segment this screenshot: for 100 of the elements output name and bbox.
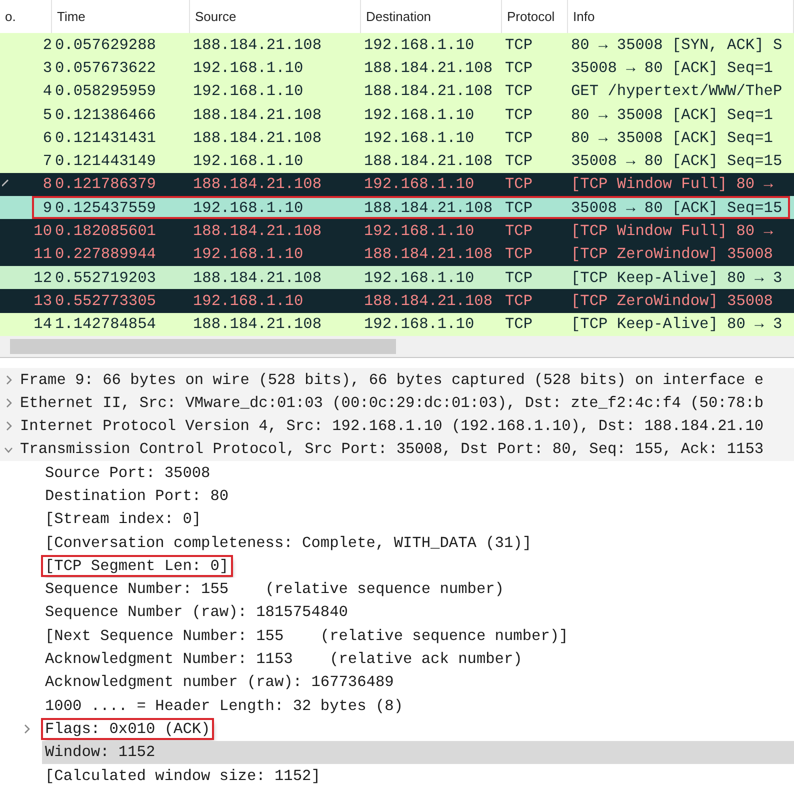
table-cell-text: 4 [42, 82, 52, 100]
packet-row[interactable]: 14 1.142784854 188.184.21.108 192.168.1.10 TCP [TCP Keep-Alive] 80 → 3 [0, 312, 794, 336]
table-cell-text: 192.168.1.10 [192, 198, 304, 217]
table-cell-text: TCP [504, 128, 534, 147]
table-cell-text: 9 [42, 198, 52, 217]
table-cell-text: [TCP Window Full] 80 → [570, 222, 774, 240]
table-cell-text: 0.182085601 [54, 222, 157, 240]
table-cell-text: 0.121786379 [54, 175, 157, 194]
table-cell-text: TCP [504, 268, 534, 287]
table-cell-text: 188.184.21.108 [192, 106, 323, 124]
table-cell-text: 188.184.21.108 [363, 292, 494, 310]
scrollbar-thumb[interactable] [10, 338, 396, 354]
table-cell-text: TCP [504, 222, 534, 240]
table-cell-text: 192.168.1.10 [192, 292, 304, 310]
table-cell-text: 188.184.21.108 [363, 58, 494, 77]
tree-item[interactable]: Source Port: 35008 [43, 464, 212, 482]
table-cell-text: 8 [42, 175, 52, 194]
table-cell-text: 188.184.21.108 [363, 152, 494, 170]
table-cell-text: 188.184.21.108 [363, 198, 494, 217]
tree-item[interactable]: [TCP Segment Len: 0] [43, 556, 231, 575]
packet-row[interactable]: 8 0.121786379 188.184.21.108 192.168.1.10 TCP [TCP Window Full] 80 → [0, 172, 794, 196]
table-cell-text: 14 [32, 315, 52, 334]
table-cell-text: 192.168.1.10 [192, 58, 304, 77]
horizontal-scrollbar[interactable] [0, 336, 794, 358]
table-cell-text: 10 [32, 222, 52, 240]
tree-item[interactable]: Sequence Number: 155 (relative sequence number) [43, 580, 506, 598]
tree-item[interactable]: 1000 .... = Header Length: 32 bytes (8) [43, 696, 406, 715]
table-cell-text: 11 [32, 245, 52, 264]
table-cell-text: 188.184.21.108 [192, 222, 323, 240]
table-cell-text: 192.168.1.10 [192, 152, 304, 170]
table-cell-text: 188.184.21.108 [192, 128, 323, 147]
table-cell-text: 192.168.1.10 [363, 128, 476, 147]
table-cell-text: 0.552719203 [54, 268, 157, 287]
table-cell-text: 192.168.1.10 [363, 175, 476, 194]
table-cell-text: 80 → 35008 [SYN, ACK] S [570, 36, 784, 54]
table-cell-text: 188.184.21.108 [192, 175, 323, 194]
table-cell-text: 6 [42, 128, 52, 147]
tree-item[interactable]: [Calculated window size: 1152] [43, 766, 322, 785]
table-cell-text: GET /hypertext/WWW/TheP [570, 82, 784, 100]
table-cell-text: 0.125437559 [54, 198, 157, 217]
table-cell-text: 188.184.21.108 [363, 82, 494, 100]
table-cell-text: 0.121431431 [54, 128, 157, 147]
table-cell-text: 7 [42, 152, 52, 170]
tree-item[interactable]: Acknowledgment number (raw): 167736489 [43, 673, 396, 692]
table-cell-text: 188.184.21.108 [192, 36, 323, 54]
packet-row[interactable]: 6 0.121431431 188.184.21.108 192.168.1.10 TCP 80 → 35008 [ACK] Seq=1 [0, 126, 794, 150]
table-cell-text: 35008 → 80 [ACK] Seq=1 [570, 58, 774, 77]
table-cell-text: [TCP ZeroWindow] 35008 [570, 292, 774, 310]
tree-item[interactable]: [Conversation completeness: Complete, WITH_DATA (31)] [43, 534, 534, 552]
table-cell-text: [TCP Keep-Alive] 80 → 3 [570, 268, 784, 287]
packet-row[interactable]: 12 0.552719203 188.184.21.108 192.168.1.10 TCP [TCP Keep-Alive] 80 → 3 [0, 266, 794, 290]
packet-row[interactable]: 3 0.057673622 192.168.1.10 188.184.21.108 TCP 35008 → 80 [ACK] Seq=1 [0, 56, 794, 80]
table-cell-text: 5 [42, 106, 52, 124]
table-cell-text: 0.227889944 [54, 245, 157, 264]
table-cell-text: 3 [42, 58, 52, 77]
packet-row[interactable]: 4 0.058295959 192.168.1.10 188.184.21.108 TCP GET /hypertext/WWW/TheP [0, 80, 794, 103]
table-cell-text: [TCP ZeroWindow] 35008 [570, 245, 774, 264]
table-cell-text: 192.168.1.10 [192, 245, 304, 264]
packet-row[interactable]: 7 0.121443149 192.168.1.10 188.184.21.108 TCP 35008 → 80 [ACK] Seq=15 [0, 149, 794, 173]
table-cell-text: 192.168.1.10 [192, 82, 304, 100]
table-cell-text: 0.121443149 [54, 152, 157, 170]
tree-item[interactable]: Destination Port: 80 [43, 486, 231, 505]
tree-item[interactable]: [Next Sequence Number: 155 (relative sequence number)] [43, 626, 570, 645]
table-cell-text: TCP [504, 106, 534, 124]
packet-row[interactable]: 5 0.121386466 188.184.21.108 192.168.1.10 TCP 80 → 35008 [ACK] Seq=1 [0, 102, 794, 126]
table-cell-text: 35008 → 80 [ACK] Seq=15 [570, 198, 784, 217]
table-cell-text: 12 [32, 268, 52, 287]
table-cell-text: 188.184.21.108 [363, 245, 494, 264]
packet-row[interactable]: 13 0.552773305 192.168.1.10 188.184.21.108 TCP [TCP ZeroWindow] 35008 [0, 289, 794, 313]
table-cell-text: TCP [504, 152, 534, 170]
table-cell-text: 0.552773305 [54, 292, 157, 310]
packet-row[interactable]: 10 0.182085601 188.184.21.108 192.168.1.10 TCP [TCP Window Full] 80 → [0, 219, 794, 243]
table-cell-text: TCP [504, 315, 534, 334]
table-cell-text: 192.168.1.10 [363, 106, 476, 124]
table-cell-text: 192.168.1.10 [363, 222, 476, 240]
table-cell-text: 0.057673622 [54, 58, 157, 77]
table-cell-text: TCP [504, 82, 534, 100]
table-cell-text: 35008 → 80 [ACK] Seq=15 [570, 152, 784, 170]
table-cell-text: TCP [504, 198, 534, 217]
table-cell-text: 1.142784854 [54, 315, 157, 334]
table-cell-text: 13 [32, 292, 52, 310]
packet-row[interactable]: 11 0.227889944 192.168.1.10 188.184.21.108 TCP [TCP ZeroWindow] 35008 [0, 242, 794, 266]
tree-item[interactable]: Flags: 0x010 (ACK) [43, 720, 212, 738]
packet-row[interactable]: 2 0.057629288 188.184.21.108 192.168.1.10 TCP 80 → 35008 [SYN, ACK] S [0, 33, 794, 56]
tree-item[interactable]: Window: 1152 [43, 743, 158, 762]
table-cell-text: 192.168.1.10 [363, 315, 476, 334]
table-cell-text: 192.168.1.10 [363, 268, 476, 287]
table-cell-text: TCP [504, 58, 534, 77]
tree-item[interactable]: Sequence Number (raw): 1815754840 [43, 603, 350, 622]
packet-row[interactable]: 9 0.125437559 192.168.1.10 188.184.21.108 TCP 35008 → 80 [ACK] Seq=15 [0, 196, 794, 220]
table-cell-text: 0.121386466 [54, 106, 157, 124]
table-cell-text: 188.184.21.108 [192, 315, 323, 334]
table-cell-text: 80 → 35008 [ACK] Seq=1 [570, 106, 774, 124]
table-cell-text: TCP [504, 292, 534, 310]
tree-item[interactable]: Acknowledgment Number: 1153 (relative ack number) [43, 650, 524, 668]
table-cell-text: 192.168.1.10 [363, 36, 476, 54]
tree-item[interactable]: [Stream index: 0] [43, 510, 204, 528]
table-cell-text: [TCP Window Full] 80 → [570, 175, 774, 194]
table-cell-text: TCP [504, 245, 534, 264]
table-cell-text: TCP [504, 36, 534, 54]
